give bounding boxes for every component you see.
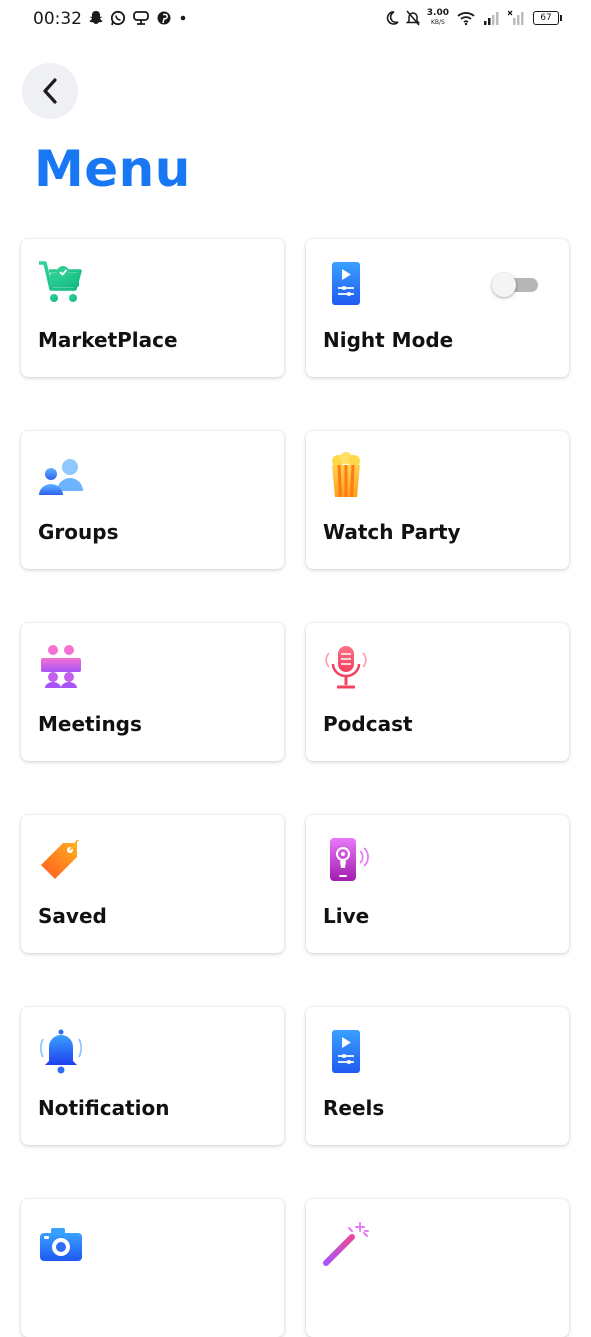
tag-icon — [41, 839, 79, 879]
menu-item-label: Live — [323, 904, 370, 928]
menu-item-meetings[interactable]: Meetings — [21, 623, 284, 761]
people-icon — [39, 459, 83, 495]
menu-item-camera[interactable] — [21, 1199, 284, 1337]
menu-item-label: Meetings — [38, 712, 142, 736]
menu-item-label: Notification — [38, 1096, 170, 1120]
menu-item-label: Groups — [38, 520, 119, 544]
menu-item-saved[interactable]: Saved — [21, 815, 284, 953]
bell-icon — [39, 1029, 83, 1074]
menu-grid: MarketPlace Night Mode Groups Watch Part… — [0, 0, 591, 1337]
menu-item-magic-wand[interactable] — [306, 1199, 569, 1337]
menu-item-marketplace[interactable]: MarketPlace — [21, 239, 284, 377]
menu-item-label: Podcast — [323, 712, 413, 736]
menu-item-reels[interactable]: Reels — [306, 1007, 569, 1145]
menu-item-label: MarketPlace — [38, 328, 178, 352]
menu-item-live[interactable]: Live — [306, 815, 569, 953]
toggle-thumb — [492, 273, 516, 297]
phone-play-icon — [332, 1030, 360, 1073]
magic-wand-icon — [323, 1222, 369, 1266]
menu-item-label: Night Mode — [323, 328, 454, 352]
menu-item-notification[interactable]: Notification — [21, 1007, 284, 1145]
night-mode-toggle[interactable] — [492, 273, 538, 297]
menu-item-label: Reels — [323, 1096, 385, 1120]
menu-item-podcast[interactable]: Podcast — [306, 623, 569, 761]
menu-item-groups[interactable]: Groups — [21, 431, 284, 569]
popcorn-icon — [332, 452, 360, 498]
menu-item-label: Saved — [38, 904, 107, 928]
menu-item-night-mode[interactable]: Night Mode — [306, 239, 569, 377]
menu-item-label: Watch Party — [323, 520, 461, 544]
menu-item-watch-party[interactable]: Watch Party — [306, 431, 569, 569]
shopping-cart-icon — [39, 261, 82, 302]
camera-icon — [40, 1228, 82, 1261]
phone-play-icon — [332, 262, 360, 305]
meeting-icon — [41, 645, 81, 688]
microphone-icon — [325, 646, 367, 689]
live-phone-icon — [330, 838, 369, 881]
